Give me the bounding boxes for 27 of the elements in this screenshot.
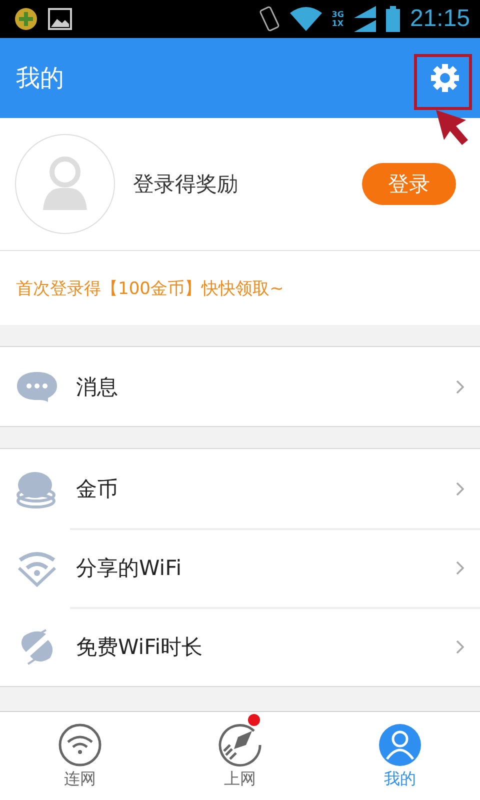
user-avatar-icon — [378, 722, 422, 766]
chevron-right-icon — [456, 560, 464, 574]
chevron-right-icon — [456, 482, 464, 496]
login-prompt: 登录得奖励 — [133, 171, 239, 198]
chevron-right-icon — [456, 380, 464, 394]
vibrate-icon — [258, 5, 280, 33]
menu-item[interactable]: 金币 — [0, 449, 480, 528]
chat-bubble-icon — [16, 370, 58, 402]
nav-tab[interactable]: 我的 — [320, 712, 480, 800]
network-type: 1X — [332, 19, 344, 28]
wifi-signal-icon — [290, 7, 322, 31]
chevron-right-icon — [456, 640, 464, 654]
menu-item[interactable]: 免费WiFi时长 — [0, 607, 480, 686]
signal-icon — [354, 6, 376, 32]
menu-item[interactable]: 消息 — [0, 347, 480, 426]
rocket-icon — [218, 722, 262, 766]
menu-item[interactable]: 分享的WiFi — [0, 528, 480, 607]
battery-icon — [386, 6, 400, 32]
nav-tab[interactable]: 上网 — [160, 712, 320, 800]
page-title: 我的 — [16, 63, 64, 94]
image-icon — [48, 8, 72, 30]
nav-tab[interactable]: 连网 — [0, 712, 160, 800]
wifi-icon — [58, 722, 102, 766]
clock: 21:15 — [410, 5, 470, 33]
pointer-arrow-icon — [434, 108, 470, 146]
app-badge-icon — [14, 7, 38, 31]
network-type: 3G — [332, 10, 344, 19]
